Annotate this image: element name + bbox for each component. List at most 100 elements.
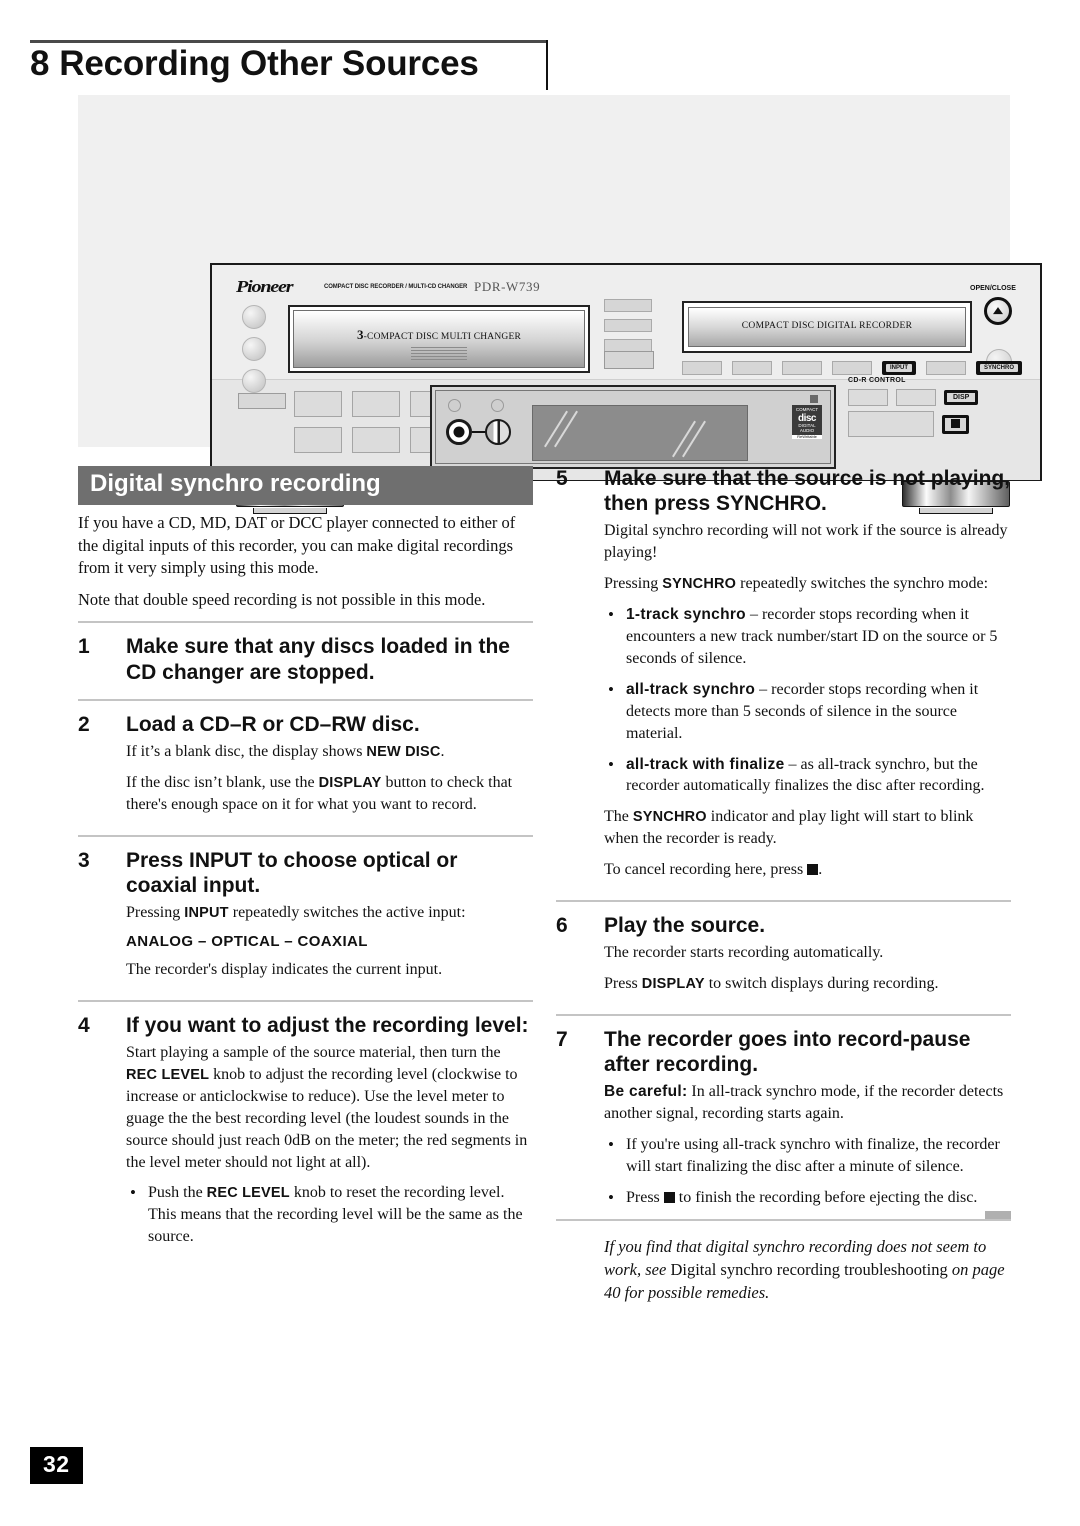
input-options-line: ANALOG – OPTICAL – COAXIAL (126, 932, 368, 950)
recorder-button-2 (732, 361, 772, 376)
step-5-continued-body: The SYNCHRO indicator and play light wil… (604, 806, 1011, 890)
cd-changer-tray-label: 3-COMPACT DISC MULTI CHANGER (294, 327, 584, 343)
device-illustration-band: Pioneer COMPACT DISC RECORDER / MULTI-CD… (78, 95, 1042, 514)
disc-logo-rewritable: ReWritable (792, 434, 822, 439)
footnote-reference-title: Digital synchro recording troubleshootin… (670, 1260, 948, 1280)
note-paragraph: Note that double speed recording is not … (78, 589, 486, 609)
step-5-heading: Make sure that the source is not playing… (604, 467, 1011, 516)
divider-3 (78, 834, 533, 837)
step-4: 4 If you want to adjust the recording le… (78, 1013, 533, 1183)
list-item: Push the REC LEVEL knob to reset the rec… (126, 1181, 533, 1248)
synchro-keyword-1: SYNCHRO (662, 576, 737, 593)
synchro-mode-bullets: 1-track synchro – recorder stops recordi… (604, 603, 1011, 797)
mode-all-track-with-finalize: all-track with finalize (626, 755, 785, 773)
stop-button-glyph (945, 417, 966, 431)
end-of-section-mark (985, 1210, 1011, 1219)
indicator-dot-2 (491, 399, 504, 412)
compact-disc-logo-icon: COMPACT disc DIGITAL AUDIO ReWritable (792, 405, 822, 439)
step-1-body: Make sure that any discs loaded in the C… (126, 634, 533, 688)
step-3-para-1: Pressing INPUT repeatedly switches the a… (126, 902, 533, 924)
cdr-button-1 (848, 388, 888, 406)
step-6-number: 6 (556, 914, 568, 938)
pad-4 (294, 427, 342, 453)
step-3-body: Press INPUT to choose optical or coaxial… (126, 848, 533, 990)
front-display-panel-face: COMPACT disc DIGITAL AUDIO ReWritable (435, 390, 831, 464)
step-5-para-3: The SYNCHRO indicator and play light wil… (604, 806, 1011, 850)
device-model-number: PDR-W739 (474, 279, 541, 294)
pad-5 (352, 427, 400, 453)
cd-recorder-tray-label: COMPACT DISC DIGITAL RECORDER (741, 321, 913, 331)
display-keyword-1: DISPLAY (318, 774, 382, 791)
pad-1 (294, 391, 342, 417)
divider-6 (556, 1014, 1011, 1017)
step-2-para-1: If it’s a blank disc, the display shows … (126, 741, 533, 763)
troubleshooting-footnote: If you find that digital synchro recordi… (604, 1235, 1011, 1304)
step-5-para-4: To cancel recording here, press . (604, 859, 1011, 881)
intro-paragraph: If you have a CD, MD, DAT or DCC player … (78, 513, 516, 578)
step-6-body: Play the source. The recorder starts rec… (604, 913, 1011, 1004)
mode-1-track-synchro: 1-track synchro (626, 606, 746, 624)
footnote-divider-wrap (556, 1210, 1011, 1221)
step-2-number: 2 (78, 712, 90, 736)
step-7-body: The recorder goes into record-pause afte… (604, 1027, 1011, 1134)
disc-logo-top: COMPACT (795, 407, 819, 412)
divider-1 (78, 621, 533, 624)
open-close-label: OPEN/CLOSE (970, 285, 1016, 292)
list-item: all-track synchro – recorder stops recor… (604, 678, 1011, 745)
recorder-button-4 (832, 361, 872, 376)
rec-level-keyword-1: REC LEVEL (126, 1066, 210, 1083)
step-6-para-1: The recorder starts recording automatica… (604, 944, 884, 962)
chapter-number: 8 (30, 44, 50, 83)
step-7: 7 The recorder goes into record-pause af… (556, 1027, 1011, 1134)
step-3-para-2: The recorder's display indicates the cur… (126, 960, 443, 978)
step-4-para-1: Start playing a sample of the source mat… (126, 1042, 533, 1173)
cd-changer-tray: 3-COMPACT DISC MULTI CHANGER (288, 305, 590, 373)
knob-3 (242, 369, 266, 393)
step-7-heading: The recorder goes into record-pause afte… (604, 1028, 971, 1077)
changer-button-stack (604, 299, 652, 359)
step-7-para-1: Be careful: In all-track synchro mode, i… (604, 1081, 1011, 1125)
step-4-body: If you want to adjust the recording leve… (126, 1013, 533, 1183)
step-4-heading: If you want to adjust the recording leve… (126, 1013, 529, 1037)
recorder-button-3 (782, 361, 822, 376)
step-5-p2-a: Pressing (604, 575, 663, 593)
step-5-p2-c: repeatedly switches the synchro mode: (736, 575, 989, 593)
jack-connector-line (472, 431, 486, 433)
step-3: 3 Press INPUT to choose optical or coaxi… (78, 848, 533, 990)
tray-vent-lines (411, 347, 467, 361)
knob-2 (242, 337, 266, 361)
changer-button-2 (604, 319, 652, 332)
cd-changer-tray-face: 3-COMPACT DISC MULTI CHANGER (293, 310, 585, 368)
step-2-body: Load a CD–R or CD–RW disc. If it’s a bla… (126, 712, 533, 825)
small-indicator-square (810, 395, 818, 403)
pioneer-logo: Pioneer (236, 277, 294, 296)
cdr-button-2 (896, 388, 936, 406)
step-5-p3-a: The (604, 808, 633, 826)
step-5-number: 5 (556, 467, 568, 490)
step-2-p1-a: If it’s a blank disc, the display shows (126, 742, 367, 760)
stop-button (942, 414, 969, 434)
section-heading-digital-synchro: Digital synchro recording (78, 466, 533, 505)
headphone-jack-icon (446, 419, 472, 445)
step-4-bullet-a: Push the (148, 1184, 207, 1202)
step-5-para-1: Digital synchro recording will not work … (604, 522, 1008, 562)
indicator-dots (448, 399, 530, 417)
step-5-continued: The SYNCHRO indicator and play light wil… (556, 806, 1011, 890)
step-5-p4-a: To cancel recording here, press (604, 861, 808, 879)
list-item: Press to finish the recording before eje… (604, 1186, 1011, 1209)
open-close-eject-icon (984, 297, 1012, 325)
stop-square-icon (663, 1192, 675, 1204)
pad-2 (352, 391, 400, 417)
mode-all-track-synchro: all-track synchro (626, 680, 756, 698)
input-button: INPUT (882, 361, 916, 376)
phones-level-dial-icon (485, 419, 511, 445)
step-4-p1-a: Start playing a sample of the source mat… (126, 1044, 501, 1062)
cd-r-control-row-1: DISP (848, 388, 1020, 406)
knob-1 (242, 305, 266, 329)
step-1-number: 1 (78, 635, 90, 659)
step-2-p2-a: If the disc isn’t blank, use the (126, 773, 319, 791)
synchro-keyword-2: SYNCHRO (632, 809, 707, 826)
device-subtitle: COMPACT DISC RECORDER / MULTI-CD CHANGER (324, 283, 468, 290)
step-2: 2 Load a CD–R or CD–RW disc. If it’s a b… (78, 712, 533, 825)
step-5-para-2: Pressing SYNCHRO repeatedly switches the… (604, 573, 1011, 595)
